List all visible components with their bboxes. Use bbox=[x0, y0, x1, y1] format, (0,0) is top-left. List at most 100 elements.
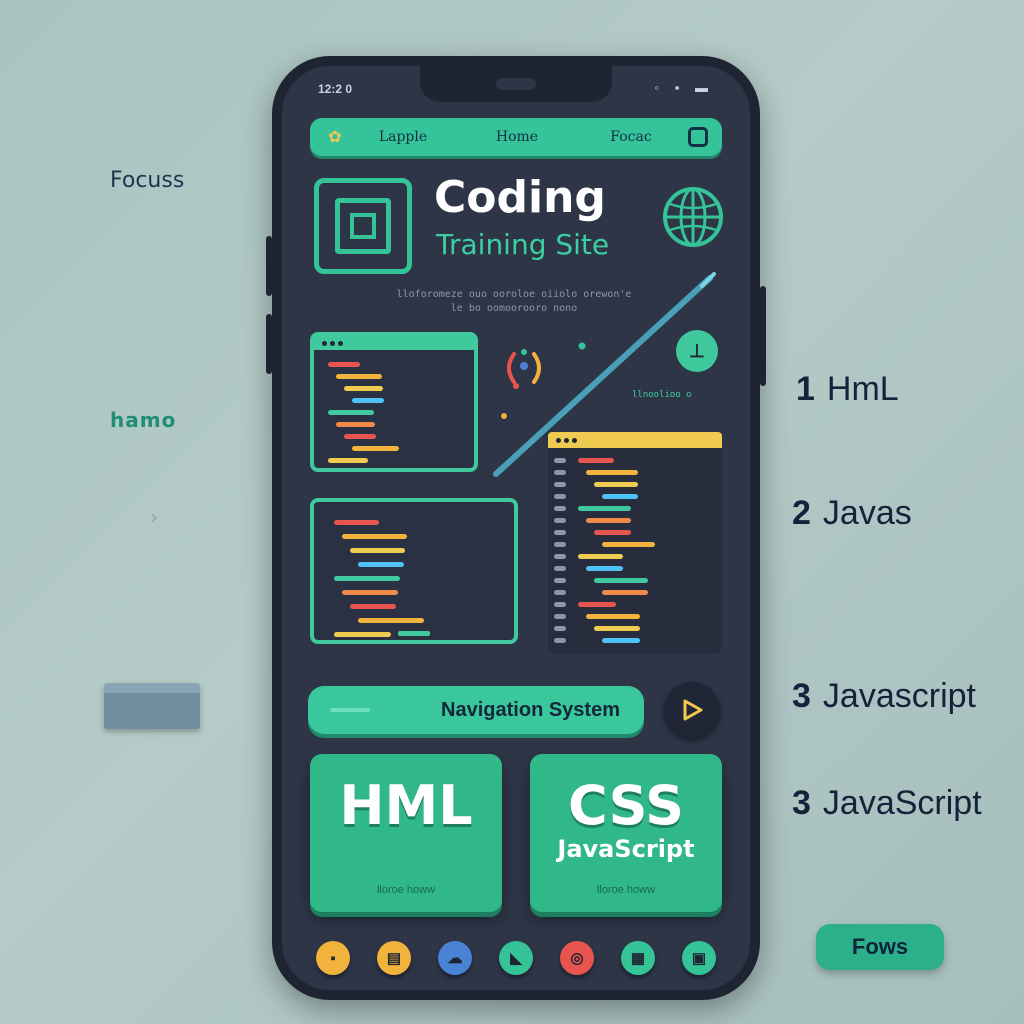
code-line bbox=[358, 562, 404, 567]
code-line bbox=[328, 458, 368, 463]
code-line bbox=[602, 494, 639, 499]
nav-link-lapple[interactable]: Lapple bbox=[346, 129, 460, 145]
notch bbox=[420, 66, 612, 102]
nav-link-home[interactable]: Home bbox=[460, 129, 574, 145]
line-number bbox=[554, 542, 566, 547]
css-course-card[interactable]: CSS JavaScript lloroe howw bbox=[530, 754, 722, 912]
code-line bbox=[586, 566, 624, 571]
line-number bbox=[554, 554, 566, 559]
focus-side-label: Focuss bbox=[110, 168, 185, 193]
notes-icon[interactable]: ▤ bbox=[377, 941, 411, 975]
code-line bbox=[342, 590, 398, 595]
code-line bbox=[602, 542, 656, 547]
globe-icon[interactable] bbox=[662, 186, 724, 248]
line-number bbox=[554, 518, 566, 523]
code-line bbox=[594, 530, 631, 535]
line-number bbox=[554, 590, 566, 595]
line-number bbox=[554, 566, 566, 571]
line-number bbox=[554, 602, 566, 607]
code-line bbox=[352, 398, 384, 403]
line-number bbox=[554, 506, 566, 511]
list-label: Javas bbox=[822, 494, 912, 532]
code-line bbox=[602, 590, 648, 595]
page-subtitle: Training Site bbox=[436, 228, 610, 261]
side-panel-button[interactable] bbox=[104, 683, 200, 729]
list-number: 3 bbox=[792, 784, 811, 822]
code-line bbox=[594, 626, 641, 631]
grid-icon[interactable]: ▦ bbox=[621, 941, 655, 975]
volume-down-key[interactable] bbox=[266, 314, 272, 374]
code-line bbox=[578, 554, 624, 559]
line-number bbox=[554, 458, 566, 463]
code-line bbox=[336, 422, 376, 427]
folder-icon[interactable]: ▪ bbox=[316, 941, 350, 975]
code-line bbox=[350, 548, 406, 553]
code-line bbox=[358, 618, 425, 623]
volume-up-key[interactable] bbox=[266, 236, 272, 296]
navigation-system-label: Navigation System bbox=[441, 698, 620, 721]
list-number: 1 bbox=[796, 370, 815, 408]
list-item[interactable]: 3 JavaScript bbox=[792, 784, 982, 823]
code-line bbox=[578, 602, 616, 607]
list-number: 3 bbox=[792, 677, 811, 715]
code-window bbox=[310, 498, 518, 644]
chat-icon[interactable]: ◣ bbox=[499, 941, 533, 975]
chevron-right-icon: › bbox=[150, 505, 158, 529]
code-line bbox=[334, 576, 400, 581]
card-title: CSS bbox=[568, 774, 684, 837]
menu-square-icon[interactable] bbox=[688, 127, 708, 147]
list-number: 2 bbox=[792, 494, 811, 532]
hamo-side-label: hamo bbox=[110, 408, 177, 432]
line-number bbox=[554, 494, 566, 499]
book-icon[interactable]: ▣ bbox=[682, 941, 716, 975]
line-number bbox=[554, 470, 566, 475]
code-line bbox=[344, 434, 377, 439]
code-line bbox=[586, 614, 641, 619]
line-number bbox=[554, 578, 566, 583]
card-note: lloroe howw bbox=[376, 884, 436, 896]
code-line bbox=[578, 458, 614, 463]
code-window bbox=[548, 432, 722, 654]
card-title: HML bbox=[339, 774, 473, 837]
code-line bbox=[586, 518, 631, 523]
power-key[interactable] bbox=[760, 286, 766, 386]
card-note: lloroe howw bbox=[596, 884, 656, 896]
line-number bbox=[554, 530, 566, 535]
code-line bbox=[334, 632, 391, 637]
code-window bbox=[310, 332, 478, 472]
app-dock: ▪ ▤ ☁ ◣ ◎ ▦ ▣ bbox=[312, 940, 720, 976]
code-line bbox=[342, 534, 408, 539]
code-line bbox=[350, 604, 397, 609]
gear-icon[interactable]: ✿ bbox=[324, 126, 346, 148]
code-line bbox=[594, 578, 648, 583]
code-line bbox=[336, 374, 382, 379]
line-number bbox=[554, 614, 566, 619]
code-line bbox=[328, 362, 360, 367]
nav-link-focac[interactable]: Focac bbox=[574, 129, 688, 145]
code-line bbox=[334, 520, 379, 525]
pin-button[interactable]: ⊥ bbox=[676, 330, 718, 372]
focus-button[interactable]: Fows bbox=[816, 924, 944, 970]
line-number bbox=[554, 638, 566, 643]
top-nav-bar: ✿ Lapple Home Focac bbox=[310, 118, 722, 156]
cloud-icon[interactable]: ☁ bbox=[438, 941, 472, 975]
code-line bbox=[594, 482, 639, 487]
code-line bbox=[602, 638, 641, 643]
phone-device: 12:2 0 ◦ ▪ ▬ ✿ Lapple Home Focac Coding … bbox=[266, 56, 766, 1000]
list-label: HmL bbox=[826, 370, 899, 408]
code-line bbox=[578, 506, 631, 511]
code-line bbox=[344, 386, 383, 391]
list-item[interactable]: 2 Javas bbox=[792, 494, 912, 533]
list-label: JavaScript bbox=[822, 784, 982, 822]
status-icons: ◦ ▪ ▬ bbox=[654, 80, 714, 95]
page-title: Coding bbox=[434, 172, 606, 223]
code-line bbox=[352, 446, 399, 451]
html-course-card[interactable]: HML lloroe howw bbox=[310, 754, 502, 912]
browser-icon[interactable]: ◎ bbox=[560, 941, 594, 975]
play-icon[interactable] bbox=[664, 682, 720, 738]
card-subtitle: JavaScript bbox=[557, 835, 695, 863]
list-item[interactable]: 1 HmL bbox=[796, 370, 899, 409]
navigation-system-button[interactable]: Navigation System bbox=[308, 686, 644, 734]
list-item[interactable]: 3 Javascript bbox=[792, 677, 976, 716]
status-time: 12:2 0 bbox=[318, 82, 353, 96]
